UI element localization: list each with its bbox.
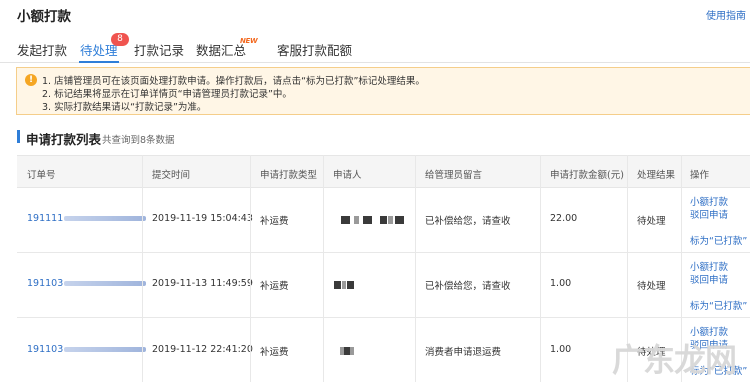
order-number[interactable]: 191111 — [27, 213, 147, 224]
tab-payment-records[interactable]: 打款记录 — [134, 40, 184, 59]
process-status: 待处理 — [637, 216, 666, 227]
request-type: 补运费 — [260, 281, 289, 292]
help-guide-link[interactable]: 使用指南 — [706, 7, 746, 22]
result-count: 共查询到8条数据 — [102, 135, 175, 146]
column-divider — [250, 155, 251, 382]
request-amount: 22.00 — [550, 213, 578, 224]
reject-request-button[interactable]: 驳回申请 — [690, 207, 728, 221]
admin-message: 已补偿给您，请查收 — [425, 216, 511, 227]
notice-line: 3. 实际打款结果请以“打款记录”为准。 — [42, 102, 207, 113]
page-title: 小额打款 — [17, 9, 71, 25]
redacted-applicant — [388, 216, 393, 224]
mark-paid-button[interactable]: 标为“已打款” — [690, 233, 747, 247]
reject-request-button[interactable]: 驳回申请 — [690, 272, 728, 286]
redacted-applicant — [347, 281, 354, 289]
active-tab-indicator — [79, 61, 119, 63]
redacted-applicant — [363, 216, 372, 224]
notice-line: 2. 标记结果将显示在订单详情页“申请管理员打款记录”中。 — [42, 89, 292, 100]
submit-time: 2019-11-19 15:04:43 — [152, 213, 253, 224]
redacted-applicant — [342, 281, 346, 289]
column-header: 操作 — [690, 170, 710, 181]
order-number[interactable]: 191103 — [27, 278, 147, 289]
page-header: 小额打款 使用指南 — [0, 0, 750, 32]
request-amount: 1.00 — [550, 344, 572, 355]
pending-count-badge: 8 — [111, 33, 129, 46]
redacted-applicant — [334, 281, 341, 289]
column-divider — [142, 155, 143, 382]
column-header: 提交时间 — [152, 170, 191, 181]
column-header: 订单号 — [27, 170, 56, 181]
notice-banner: ! 1. 店铺管理员可在该页面处理打款申请。操作打款后，请点击“标为已打款”标记… — [16, 67, 750, 115]
column-divider — [323, 155, 324, 382]
new-tag: NEW — [240, 37, 258, 45]
admin-message: 消费者申请退运费 — [425, 347, 502, 358]
order-number[interactable]: 191103 — [27, 344, 147, 355]
submit-time: 2019-11-12 22:41:20 — [152, 344, 253, 355]
redacted-applicant — [341, 216, 350, 224]
table-row: 191111 2019-11-19 15:04:43 补运费 已补偿给您，请查收… — [17, 188, 750, 253]
small-payment-button[interactable]: 小额打款 — [690, 259, 728, 273]
tab-service-quota[interactable]: 客服打款配额 — [277, 40, 352, 59]
small-payment-button[interactable]: 小额打款 — [690, 194, 728, 208]
column-header: 给管理员留言 — [425, 170, 483, 181]
column-divider — [540, 155, 541, 382]
redacted-applicant — [395, 216, 404, 224]
redacted-applicant — [350, 347, 354, 355]
column-header: 申请打款金额(元) — [550, 170, 624, 181]
request-type: 补运费 — [260, 216, 289, 227]
tab-initiate-payment[interactable]: 发起打款 — [17, 40, 67, 59]
column-header: 申请人 — [333, 170, 362, 181]
warning-icon: ! — [25, 74, 37, 86]
request-amount: 1.00 — [550, 278, 572, 289]
redacted-applicant — [380, 216, 387, 224]
process-status: 待处理 — [637, 281, 666, 292]
table-header: 订单号 提交时间 申请打款类型 申请人 给管理员留言 申请打款金额(元) 处理结… — [17, 155, 750, 188]
section-accent-bar — [17, 130, 20, 143]
admin-message: 已补偿给您，请查收 — [425, 281, 511, 292]
request-type: 补运费 — [260, 347, 289, 358]
section-title: 申请打款列表 — [26, 132, 102, 147]
watermark-logo: 广东龙网 — [612, 341, 737, 379]
submit-time: 2019-11-13 11:49:59 — [152, 278, 253, 289]
table-row: 191103 2019-11-13 11:49:59 补运费 已补偿给您，请查收… — [17, 253, 750, 318]
column-header: 申请打款类型 — [260, 170, 318, 181]
column-divider — [415, 155, 416, 382]
redacted-applicant — [354, 216, 359, 224]
mark-paid-button[interactable]: 标为“已打款” — [690, 298, 747, 312]
notice-line: 1. 店铺管理员可在该页面处理打款申请。操作打款后，请点击“标为已打款”标记处理… — [42, 76, 425, 87]
tab-data-summary[interactable]: 数据汇总 — [196, 40, 246, 59]
column-header: 处理结果 — [637, 170, 676, 181]
